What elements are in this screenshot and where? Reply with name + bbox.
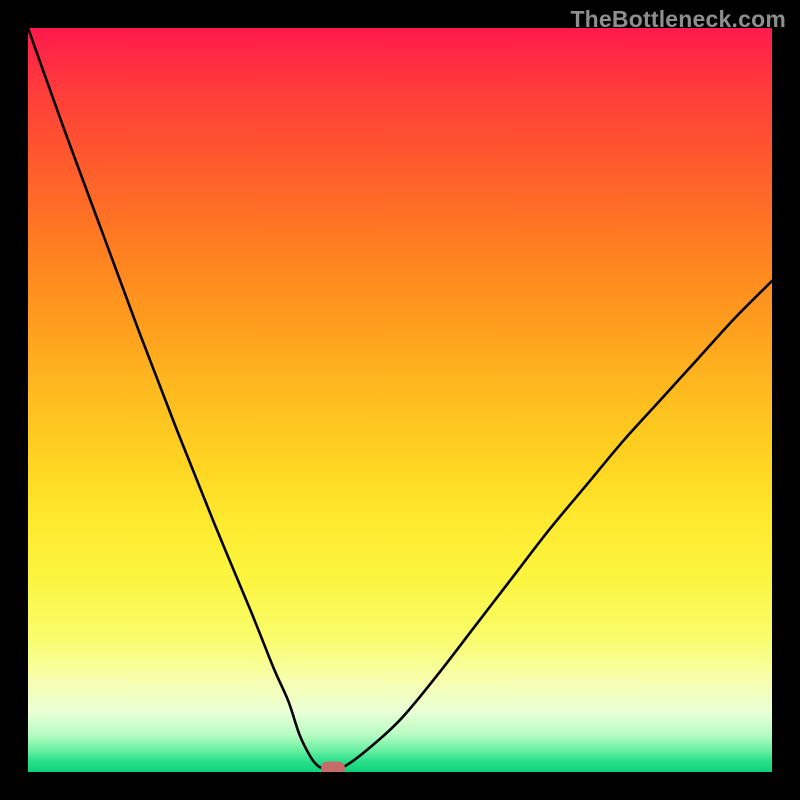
chart-frame: TheBottleneck.com	[0, 0, 800, 800]
watermark: TheBottleneck.com	[570, 6, 786, 33]
plot-area	[28, 28, 772, 772]
bottleneck-curve	[28, 28, 772, 772]
optimal-marker	[321, 762, 345, 772]
